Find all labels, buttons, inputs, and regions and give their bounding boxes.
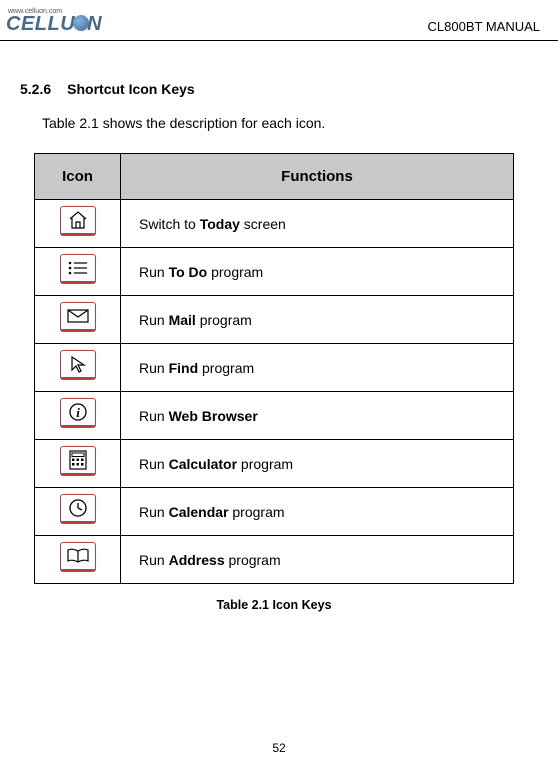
icon-cell xyxy=(35,536,121,584)
func-post: program xyxy=(207,264,263,280)
func-cell: Run Address program xyxy=(121,536,514,584)
logo-text-pre: CELLU xyxy=(6,13,75,35)
table-row: i Run Web Browser xyxy=(35,392,514,440)
func-pre: Run xyxy=(139,552,169,568)
icon-cell xyxy=(35,440,121,488)
func-bold: Web Browser xyxy=(169,408,258,424)
cursor-icon xyxy=(60,350,96,380)
table-row: Run Calculator program xyxy=(35,440,514,488)
logo-text-post: N xyxy=(87,13,102,35)
svg-text:i: i xyxy=(76,405,80,420)
logo-text: CELLU N xyxy=(6,13,102,36)
page-number: 52 xyxy=(0,741,558,755)
func-post: program xyxy=(229,504,285,520)
func-pre: Run xyxy=(139,456,169,472)
section-title: Shortcut Icon Keys xyxy=(67,81,195,97)
icon-cell xyxy=(35,248,121,296)
list-icon xyxy=(60,254,96,284)
table-row: Run Find program xyxy=(35,344,514,392)
table-row: Run Mail program xyxy=(35,296,514,344)
table-row: Run Calendar program xyxy=(35,488,514,536)
func-bold: Calendar xyxy=(169,504,229,520)
func-bold: Today xyxy=(200,216,240,232)
page-header: www.celluon.com CELLUN CL800BT MANUAL xyxy=(0,0,558,41)
func-cell: Run Calculator program xyxy=(121,440,514,488)
icon-cell xyxy=(35,296,121,344)
content-area: 5.2.6 Shortcut Icon Keys Table 2.1 shows … xyxy=(0,41,558,612)
func-bold: Mail xyxy=(169,312,196,328)
func-pre: Run xyxy=(139,312,169,328)
icon-cell xyxy=(35,488,121,536)
clock-icon xyxy=(60,494,96,524)
intro-text: Table 2.1 shows the description for each… xyxy=(42,115,528,131)
func-pre: Run xyxy=(139,408,169,424)
func-bold: Calculator xyxy=(169,456,237,472)
func-post: program xyxy=(196,312,252,328)
func-bold: Address xyxy=(169,552,225,568)
icon-cell: i xyxy=(35,392,121,440)
func-cell: Run Web Browser xyxy=(121,392,514,440)
func-post: program xyxy=(237,456,293,472)
header-icon: Icon xyxy=(35,154,121,200)
header-functions: Functions xyxy=(121,154,514,200)
logo-orb-icon xyxy=(73,15,89,31)
logo: www.celluon.com CELLUN xyxy=(6,8,102,36)
func-cell: Run Calendar program xyxy=(121,488,514,536)
icon-cell xyxy=(35,344,121,392)
section-heading: 5.2.6 Shortcut Icon Keys xyxy=(20,81,528,97)
table-caption: Table 2.1 Icon Keys xyxy=(20,598,528,612)
table-row: Run Address program xyxy=(35,536,514,584)
home-icon xyxy=(60,206,96,236)
func-post: program xyxy=(225,552,281,568)
info-icon: i xyxy=(60,398,96,428)
func-post: screen xyxy=(240,216,286,232)
func-cell: Run To Do program xyxy=(121,248,514,296)
func-pre: Run xyxy=(139,264,169,280)
icon-cell xyxy=(35,200,121,248)
func-bold: Find xyxy=(169,360,199,376)
func-cell: Run Find program xyxy=(121,344,514,392)
mail-icon xyxy=(60,302,96,332)
func-post: program xyxy=(198,360,254,376)
book-icon xyxy=(60,542,96,572)
calculator-icon xyxy=(60,446,96,476)
icon-keys-table: Icon Functions Switch to Today screen xyxy=(34,153,514,584)
func-cell: Run Mail program xyxy=(121,296,514,344)
func-pre: Switch to xyxy=(139,216,200,232)
table-row: Switch to Today screen xyxy=(35,200,514,248)
table-header-row: Icon Functions xyxy=(35,154,514,200)
func-bold: To Do xyxy=(169,264,208,280)
section-number: 5.2.6 xyxy=(20,81,51,97)
table-row: Run To Do program xyxy=(35,248,514,296)
func-pre: Run xyxy=(139,504,169,520)
func-cell: Switch to Today screen xyxy=(121,200,514,248)
func-pre: Run xyxy=(139,360,169,376)
document-title: CL800BT MANUAL xyxy=(428,19,540,36)
